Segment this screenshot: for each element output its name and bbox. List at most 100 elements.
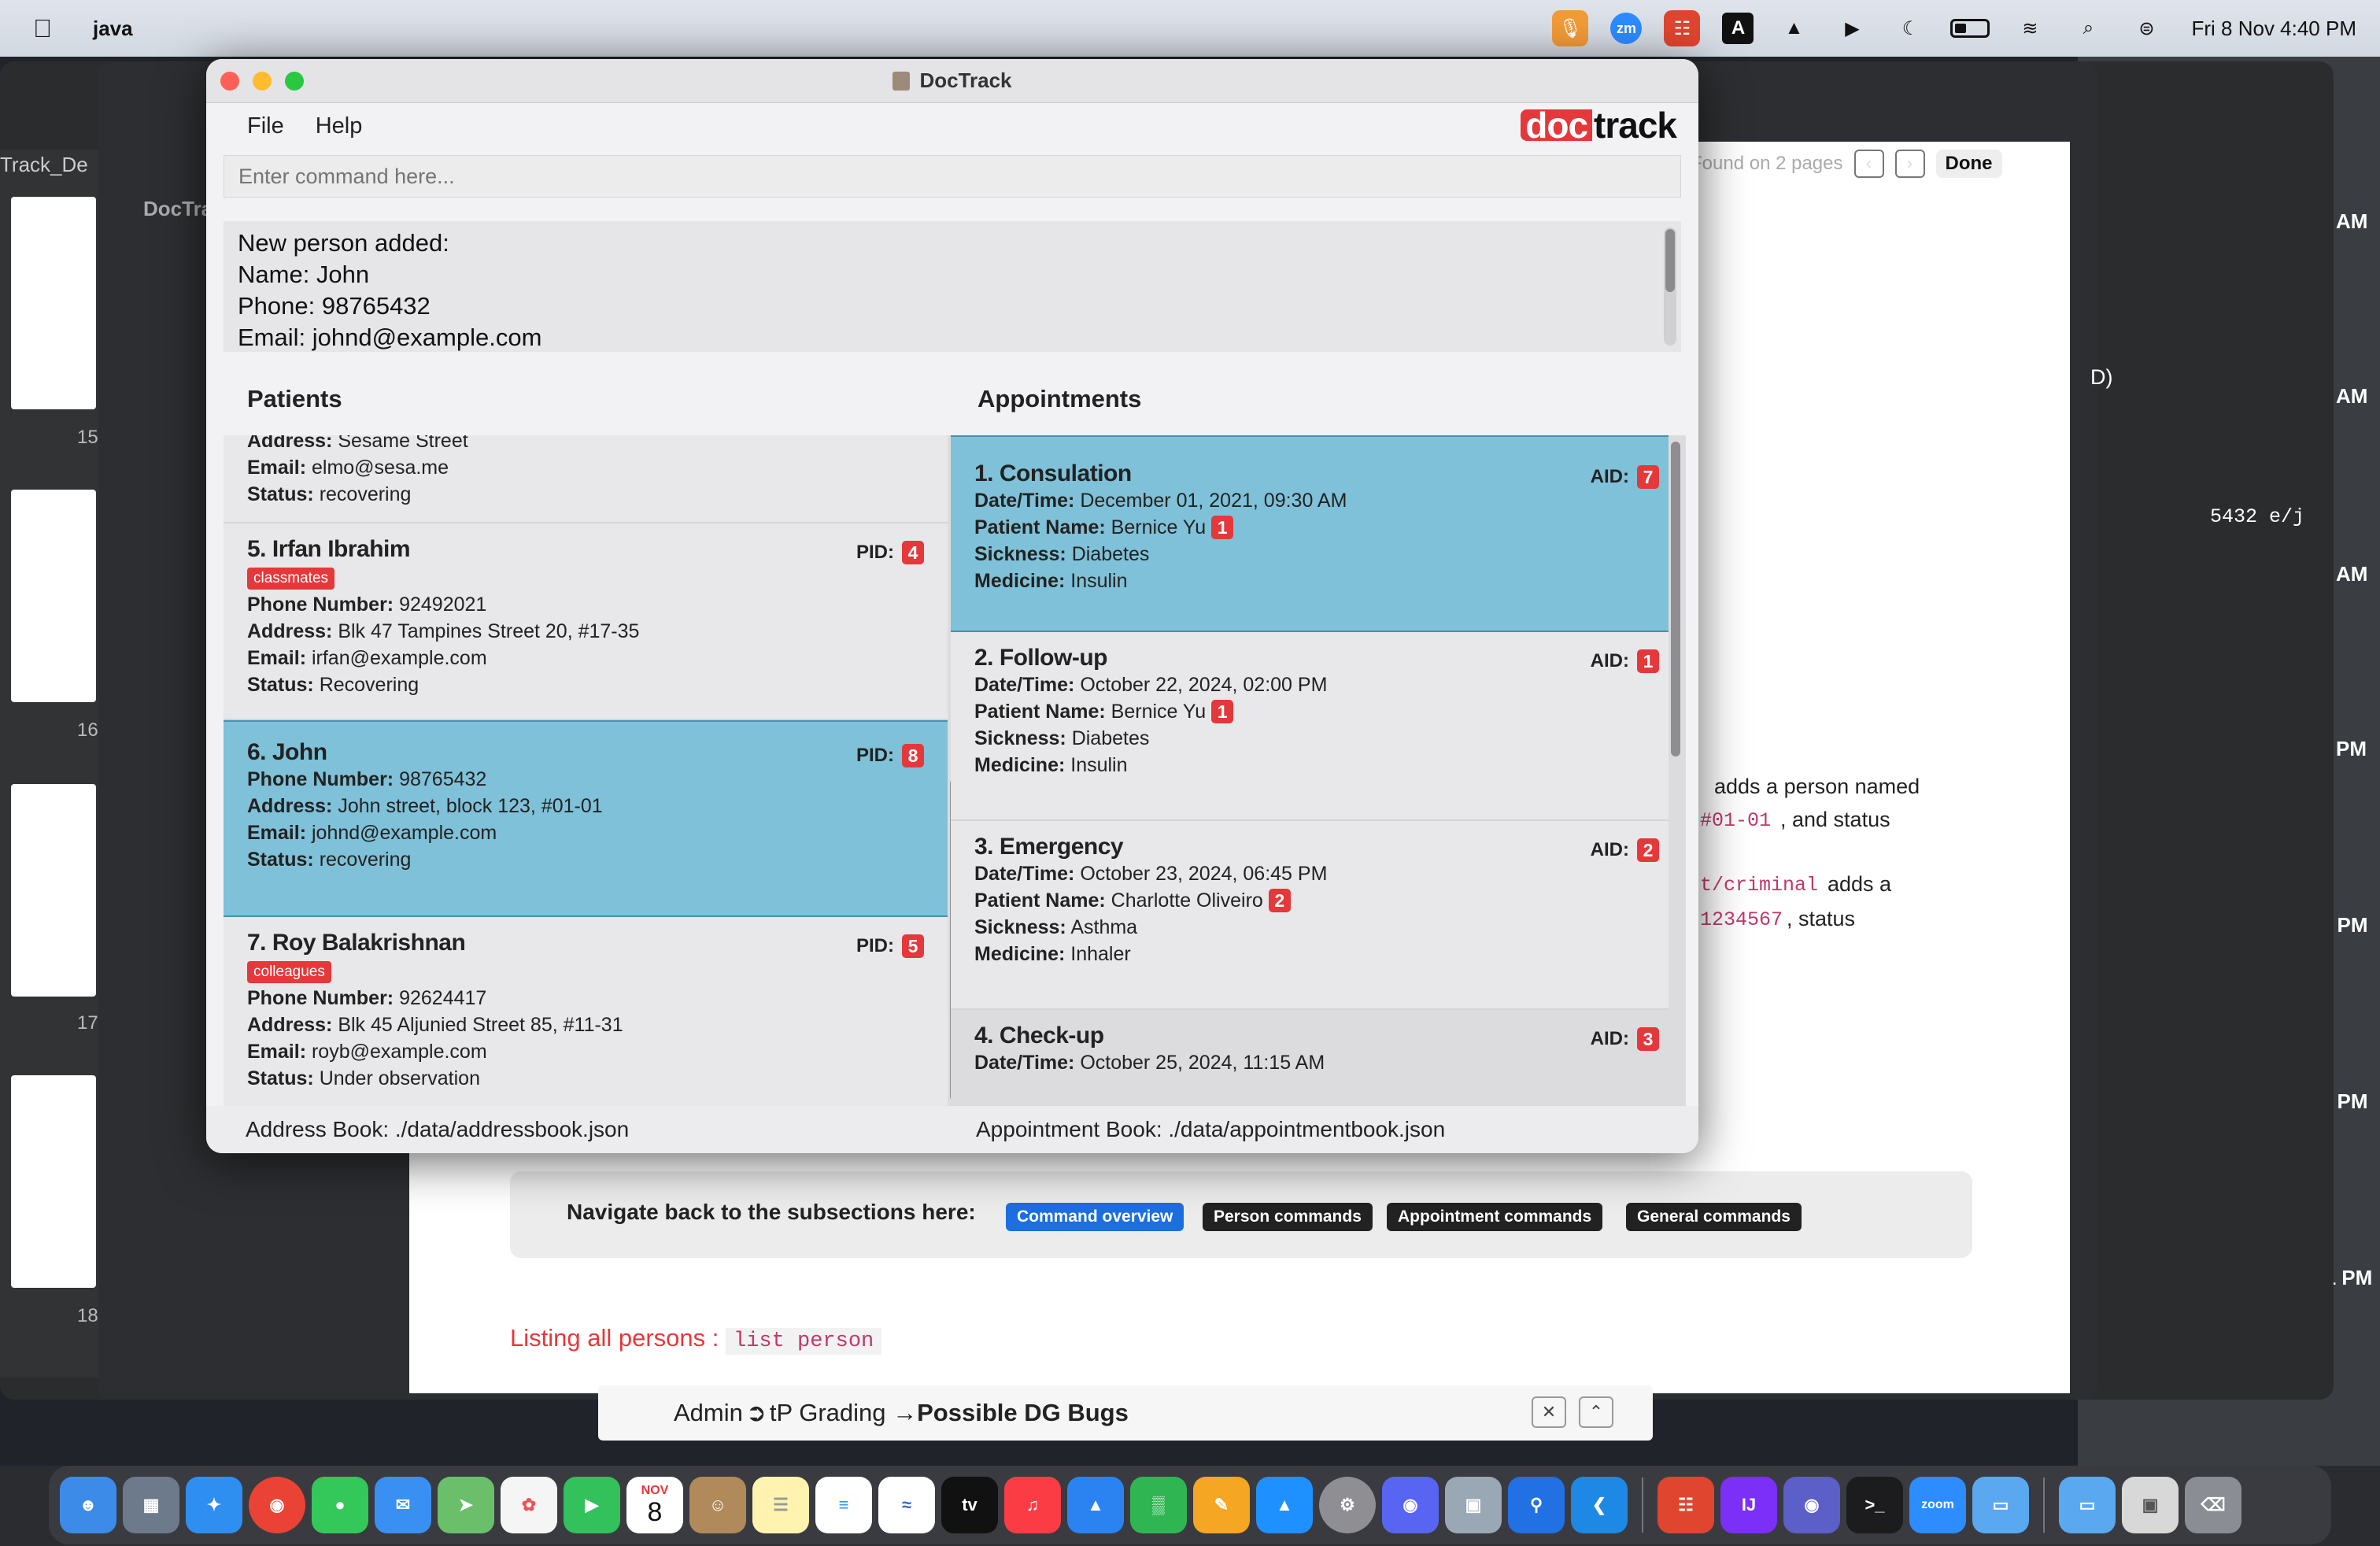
folder-icon[interactable]: ▭ xyxy=(1972,1477,2029,1533)
speakerdeck-icon[interactable]: ☷ xyxy=(1658,1477,1714,1533)
field-label: Status: xyxy=(247,1067,314,1089)
find-previous-button[interactable]: ‹ xyxy=(1853,150,1884,178)
finder-icon[interactable]: ☻ xyxy=(60,1477,116,1533)
vscode-icon[interactable]: ❮ xyxy=(1571,1477,1628,1533)
preview-icon[interactable]: ▣ xyxy=(1445,1477,1502,1533)
page-thumbnail[interactable] xyxy=(11,784,96,997)
trash-icon[interactable]: ⌫ xyxy=(2185,1477,2241,1533)
status-row: Status: Recovering xyxy=(247,671,948,698)
result-scrollbar[interactable] xyxy=(1664,227,1676,346)
close-icon[interactable]: ✕ xyxy=(1532,1396,1566,1428)
appointment-commands-link[interactable]: Appointment commands xyxy=(1387,1203,1603,1231)
status-value: Under observation xyxy=(319,1067,480,1089)
music-icon[interactable]: ♫ xyxy=(1004,1477,1061,1533)
control-center-icon[interactable]: ⊜ xyxy=(2128,10,2164,46)
result-line: Name: John xyxy=(238,261,370,288)
page-thumbnail[interactable] xyxy=(11,490,96,702)
zoom-icon[interactable]: zoom xyxy=(1909,1477,1966,1533)
keyboard-input-icon[interactable]: A xyxy=(1722,13,1754,44)
zoom-window-button[interactable] xyxy=(285,72,304,91)
freeform-icon[interactable]: ≈ xyxy=(878,1477,935,1533)
clock[interactable]: Fri 8 Nov 4:40 PM xyxy=(2191,17,2356,41)
battery-icon[interactable] xyxy=(1950,19,1990,38)
medicine-value: Insulin xyxy=(1070,754,1128,776)
maps-icon[interactable]: ➤ xyxy=(438,1477,494,1533)
field-label: Medicine: xyxy=(974,754,1066,776)
page-thumbnail[interactable] xyxy=(11,197,96,409)
appointment-list[interactable]: 1. Consulation AID: 7 Date/Time: December… xyxy=(951,435,1683,1145)
numbers-icon[interactable]: ▒ xyxy=(1130,1477,1187,1533)
sickness-row: Sickness: Diabetes xyxy=(974,725,1683,752)
pid-tag: PID: 5 xyxy=(856,933,924,960)
scrollbar-thumb[interactable] xyxy=(1671,442,1680,756)
minimize-window-button[interactable] xyxy=(253,72,272,91)
appointment-list-scrollbar[interactable] xyxy=(1669,435,1686,1106)
intellij-icon[interactable]: IJ xyxy=(1720,1477,1777,1533)
command-input[interactable] xyxy=(224,155,1681,198)
facetime-icon[interactable]: ▶ xyxy=(564,1477,620,1533)
play-icon[interactable]: ▶ xyxy=(1834,10,1870,46)
settings-icon[interactable]: ⚙ xyxy=(1319,1477,1376,1533)
mail-icon[interactable]: ✉ xyxy=(375,1477,431,1533)
tab-breadcrumb[interactable]: Admin ➲ tP Grading → Possible DG Bugs ✕ … xyxy=(598,1385,1653,1441)
contacts-icon[interactable]: ☺ xyxy=(689,1477,746,1533)
datetime-value: October 25, 2024, 11:15 AM xyxy=(1080,1052,1325,1074)
zoom-icon[interactable]: zm xyxy=(1610,13,1643,44)
chrome-icon[interactable]: ◉ xyxy=(249,1477,305,1533)
active-app-name[interactable]: java xyxy=(93,17,133,41)
screenshot-icon[interactable]: ▣ xyxy=(2122,1477,2179,1533)
launchpad-icon[interactable]: ▦ xyxy=(123,1477,179,1533)
wifi-icon[interactable]: ≋ xyxy=(2012,10,2048,46)
pages-icon[interactable]: ✎ xyxy=(1193,1477,1250,1533)
command-overview-link[interactable]: Command overview xyxy=(1006,1203,1184,1231)
microphone-icon[interactable]: 🎙 xyxy=(1552,10,1589,46)
find-done-button[interactable]: Done xyxy=(1935,150,2002,178)
patient-card[interactable]: 7. Roy Balakrishnan PID: 5 colleagues Pho… xyxy=(224,917,948,1114)
email-value: elmo@sesa.me xyxy=(311,457,449,479)
safari-icon[interactable]: ✦ xyxy=(186,1477,242,1533)
close-window-button[interactable] xyxy=(220,72,239,91)
terminal-icon[interactable]: >_ xyxy=(1846,1477,1903,1533)
file-menu[interactable]: File xyxy=(247,113,284,139)
breadcrumb-part: Admin xyxy=(674,1399,743,1426)
messages-icon[interactable]: ● xyxy=(312,1477,368,1533)
speakerdeck-icon[interactable]: ☷ xyxy=(1664,10,1701,46)
patient-list[interactable]: Address: Sesame Street Email: elmo@sesa.… xyxy=(224,435,948,1145)
folder-icon-2[interactable]: ▭ xyxy=(2059,1477,2116,1533)
patient-card-selected[interactable]: 6. John PID: 8 Phone Number: 98765432 Add… xyxy=(224,720,948,917)
field-label: Address: xyxy=(247,620,333,642)
find-next-button[interactable]: › xyxy=(1894,150,1925,178)
login-icon: ➲ xyxy=(745,1399,767,1426)
appointment-card[interactable]: 3. Emergency AID: 2 Date/Time: October 23… xyxy=(951,821,1683,1010)
page-thumbnail[interactable] xyxy=(11,1075,96,1288)
moon-icon[interactable]: ☾ xyxy=(1892,10,1928,46)
apple-icon[interactable]:  xyxy=(33,14,52,43)
help-menu[interactable]: Help xyxy=(316,113,363,139)
appstore-icon[interactable]: ▲ xyxy=(1256,1477,1313,1533)
search-icon[interactable]: ⌕ xyxy=(2070,10,2106,46)
chevron-up-icon[interactable]: ⌃ xyxy=(1579,1396,1613,1428)
tv-icon[interactable]: tv xyxy=(941,1477,998,1533)
result-display[interactable]: New person added: Name: John Phone: 9876… xyxy=(224,221,1681,352)
discord-icon[interactable]: ◉ xyxy=(1382,1477,1439,1533)
teams-icon[interactable]: ◉ xyxy=(1783,1477,1840,1533)
airplay-icon[interactable]: ▲ xyxy=(1776,10,1812,46)
general-commands-link[interactable]: General commands xyxy=(1626,1203,1802,1231)
reminders-icon[interactable]: ≡ xyxy=(815,1477,872,1533)
patient-id-badge: 1 xyxy=(1211,700,1234,723)
window-titlebar[interactable]: DocTrack xyxy=(206,59,1698,103)
datetime-row: Date/Time: December 01, 2021, 09:30 AM xyxy=(974,487,1683,514)
patient-card[interactable]: Address: Sesame Street Email: elmo@sesa.… xyxy=(224,435,948,523)
maps-pin-icon[interactable]: ⚲ xyxy=(1508,1477,1565,1533)
calendar-icon[interactable]: NOV 8 xyxy=(626,1477,683,1533)
photos-icon[interactable]: ✿ xyxy=(501,1477,557,1533)
datetime-row: Date/Time: October 22, 2024, 02:00 PM xyxy=(974,671,1683,698)
breadcrumb-current: Possible DG Bugs xyxy=(917,1399,1129,1426)
patient-card[interactable]: 5. Irfan Ibrahim PID: 4 classmates Phone … xyxy=(224,523,948,720)
notes-icon[interactable]: ☰ xyxy=(752,1477,809,1533)
appointment-card[interactable]: 2. Follow-up AID: 1 Date/Time: October 22… xyxy=(951,632,1683,821)
keynote-icon[interactable]: ▲ xyxy=(1067,1477,1124,1533)
appointment-card-selected[interactable]: 1. Consulation AID: 7 Date/Time: December… xyxy=(951,435,1683,632)
person-commands-link[interactable]: Person commands xyxy=(1203,1203,1373,1231)
address-row: Address: John street, block 123, #01-01 xyxy=(247,793,948,819)
